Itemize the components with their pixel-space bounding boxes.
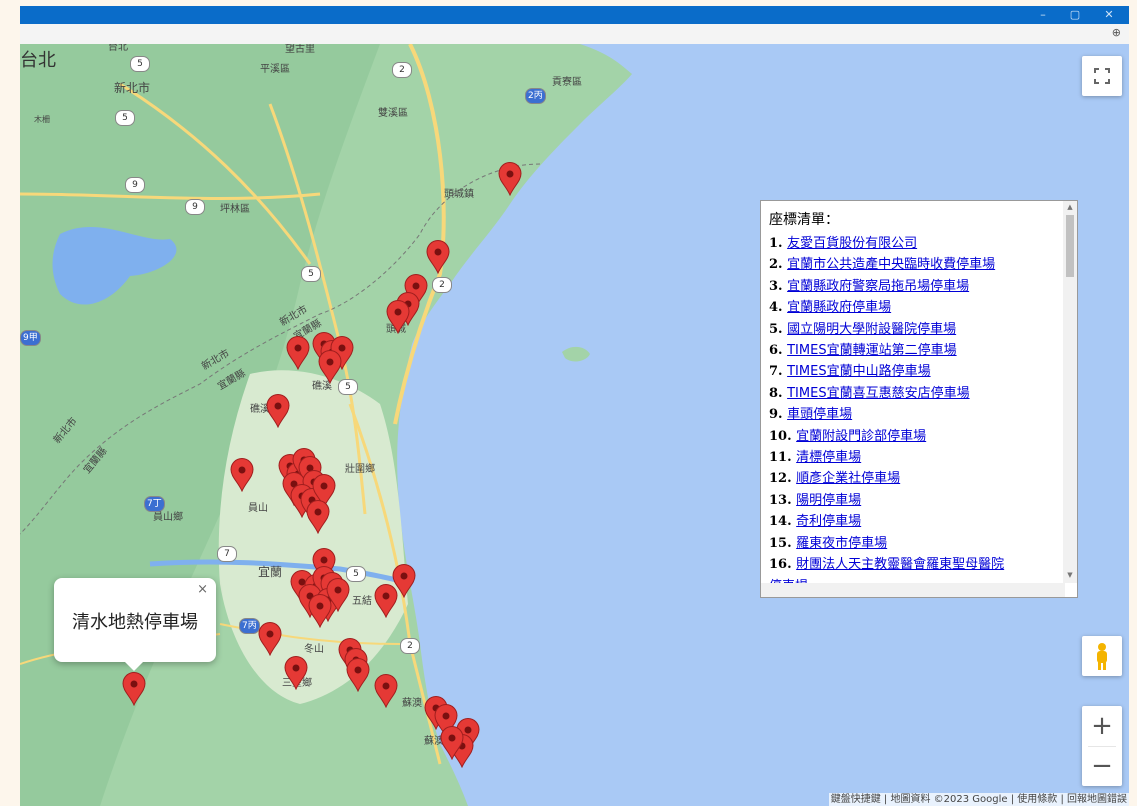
list-item-link[interactable]: 宜蘭縣政府警察局拖吊場停車場 bbox=[787, 279, 969, 294]
list-item: 10. 宜蘭附設門診部停車場 bbox=[769, 426, 1063, 447]
list-item: 13. 陽明停車場 bbox=[769, 490, 1063, 511]
list-item-link[interactable]: TIMES宜蘭轉運站第二停車場 bbox=[787, 343, 956, 358]
list-heading: 座標清單： bbox=[769, 212, 839, 228]
pegman-icon bbox=[1097, 643, 1107, 670]
list-item-link[interactable]: 國立陽明大學附設醫院停車場 bbox=[787, 322, 956, 337]
list-item-number: 14. bbox=[769, 514, 797, 530]
list-item: 11. 清標停車場 bbox=[769, 447, 1063, 468]
coordinate-list-panel[interactable]: 座標清單： 1. 友愛百貨股份有限公司 2. 宜蘭市公共造產中央臨時收費停車場 3.… bbox=[760, 200, 1078, 598]
browser-toolbar: ⊕ bbox=[20, 24, 1129, 45]
list-item-link[interactable]: TIMES宜蘭喜互惠慈安店停車場 bbox=[787, 386, 969, 401]
map-marker[interactable] bbox=[266, 394, 290, 428]
list-item-number: 6. bbox=[769, 343, 788, 359]
list-item: 8. TIMES宜蘭喜互惠慈安店停車場 bbox=[769, 383, 1063, 404]
list-item-link[interactable]: 清標停車場 bbox=[796, 450, 861, 465]
list-item-link[interactable]: 陽明停車場 bbox=[796, 493, 861, 508]
list-item-number: 9. bbox=[769, 407, 788, 423]
info-window-tail bbox=[124, 661, 144, 671]
list-item-link[interactable]: 財團法人天主教靈醫會羅東聖母醫院 bbox=[796, 557, 1004, 572]
street-view-button[interactable] bbox=[1082, 636, 1122, 676]
list-item: 3. 宜蘭縣政府警察局拖吊場停車場 bbox=[769, 276, 1063, 297]
scrollbar-thumb[interactable] bbox=[1066, 215, 1074, 277]
list-item-number: 2. bbox=[769, 257, 788, 273]
list-item-link[interactable]: 宜蘭附設門診部停車場 bbox=[796, 429, 926, 444]
list-item-link[interactable]: 宜蘭市公共造產中央臨時收費停車場 bbox=[787, 257, 995, 272]
map-marker[interactable] bbox=[318, 350, 342, 384]
vertical-scrollbar[interactable]: ▲ ▼ bbox=[1063, 201, 1077, 583]
map-marker[interactable] bbox=[374, 584, 398, 618]
minimize-button[interactable]: – bbox=[1030, 6, 1056, 24]
list-item: 15. 羅東夜市停車場 bbox=[769, 533, 1063, 554]
list-item-number: 16. bbox=[769, 557, 797, 573]
list-item-link[interactable]: 車頭停車場 bbox=[787, 407, 852, 422]
map-marker[interactable] bbox=[426, 240, 450, 274]
list-item-link[interactable]: 宜蘭縣政府停車場 bbox=[787, 300, 891, 315]
list-item-link[interactable]: 羅東夜市停車場 bbox=[796, 536, 887, 551]
map-marker[interactable] bbox=[440, 726, 464, 760]
list-item: 14. 奇利停車場 bbox=[769, 511, 1063, 532]
list-item: 5. 國立陽明大學附設醫院停車場 bbox=[769, 319, 1063, 340]
info-window[interactable]: × 清水地熱停車場 bbox=[54, 578, 216, 671]
magnifier-icon[interactable]: ⊕ bbox=[1112, 26, 1121, 39]
list-item-number: 8. bbox=[769, 385, 788, 401]
list-item: 6. TIMES宜蘭轉運站第二停車場 bbox=[769, 340, 1063, 361]
info-window-close-button[interactable]: × bbox=[197, 582, 208, 597]
list-item-link[interactable]: 順彥企業社停車場 bbox=[796, 471, 900, 486]
list-item-number: 1. bbox=[769, 236, 788, 251]
zoom-out-button[interactable]: − bbox=[1082, 746, 1122, 786]
map-marker[interactable] bbox=[284, 656, 308, 690]
list-item: 4. 宜蘭縣政府停車場 bbox=[769, 297, 1063, 318]
list-item-number: 7. bbox=[769, 364, 788, 380]
list-item: 12. 順彥企業社停車場 bbox=[769, 468, 1063, 489]
list-item-link[interactable]: TIMES宜蘭中山路停車場 bbox=[787, 364, 930, 379]
map-marker[interactable] bbox=[386, 300, 410, 334]
list-item-number: 5. bbox=[769, 321, 788, 337]
list-item: 1. 友愛百貨股份有限公司 bbox=[769, 233, 1063, 254]
list-item-number: 12. bbox=[769, 471, 797, 487]
map-attribution[interactable]: 鍵盤快捷鍵 | 地圖資料 ©2023 Google | 使用條款 | 回報地圖錯… bbox=[828, 793, 1129, 806]
map-marker[interactable] bbox=[122, 672, 146, 706]
info-window-title: 清水地熱停車場 bbox=[72, 612, 198, 633]
list-item-number: 3. bbox=[769, 278, 788, 294]
map-marker[interactable] bbox=[498, 162, 522, 196]
map-marker[interactable] bbox=[374, 674, 398, 708]
zoom-control: + − bbox=[1082, 706, 1122, 786]
horizontal-scrollbar[interactable] bbox=[761, 583, 1065, 597]
list-item: 16. 財團法人天主教靈醫會羅東聖母醫院 bbox=[769, 554, 1063, 575]
window-titlebar: – ▢ ✕ bbox=[20, 6, 1129, 24]
map-marker[interactable] bbox=[308, 594, 332, 628]
list-item: 2. 宜蘭市公共造產中央臨時收費停車場 bbox=[769, 254, 1063, 275]
restore-button[interactable]: ▢ bbox=[1062, 6, 1088, 24]
list-item-number: 11. bbox=[769, 450, 797, 466]
zoom-in-button[interactable]: + bbox=[1082, 706, 1122, 746]
map-canvas[interactable]: 台北 台北 望古里 平溪區 貢寮區 新北市 雙溪區 坪林區 頭城鎮 新北市 宜蘭… bbox=[20, 44, 1129, 806]
fullscreen-button[interactable] bbox=[1082, 56, 1122, 96]
list-item-number: 13. bbox=[769, 492, 797, 508]
list-item-number: 15. bbox=[769, 535, 797, 551]
list-item-link[interactable]: 友愛百貨股份有限公司 bbox=[787, 236, 917, 251]
list-item: 9. 車頭停車場 bbox=[769, 404, 1063, 425]
list-item-number: 10. bbox=[769, 428, 797, 444]
list-item-link[interactable]: 奇利停車場 bbox=[796, 514, 861, 529]
close-button[interactable]: ✕ bbox=[1096, 6, 1122, 24]
scroll-down-arrow[interactable]: ▼ bbox=[1066, 571, 1074, 579]
map-marker[interactable] bbox=[306, 500, 330, 534]
list-item-number: 4. bbox=[769, 300, 788, 316]
map-marker[interactable] bbox=[286, 336, 310, 370]
fullscreen-icon bbox=[1094, 68, 1110, 84]
map-marker[interactable] bbox=[346, 658, 370, 692]
list-item: 7. TIMES宜蘭中山路停車場 bbox=[769, 361, 1063, 382]
map-marker[interactable] bbox=[230, 458, 254, 492]
scroll-up-arrow[interactable]: ▲ bbox=[1066, 203, 1074, 211]
coordinate-list: 座標清單： 1. 友愛百貨股份有限公司 2. 宜蘭市公共造產中央臨時收費停車場 3.… bbox=[769, 209, 1063, 584]
map-marker[interactable] bbox=[258, 622, 282, 656]
